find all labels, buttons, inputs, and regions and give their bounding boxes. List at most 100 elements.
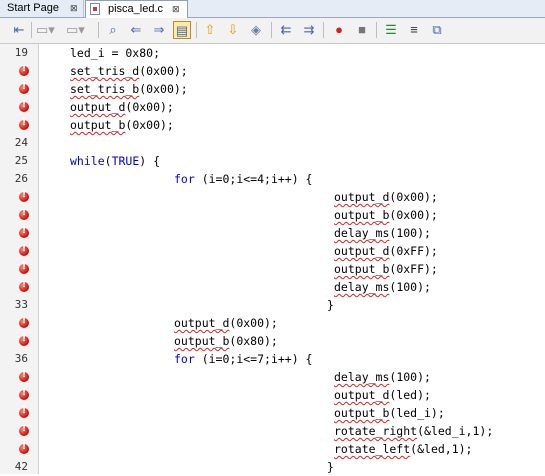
stop-macro-icon[interactable]: ■ [353, 21, 371, 39]
arguments: (0x00); [125, 118, 174, 132]
code-line: output_b(0x00); [334, 206, 438, 224]
arguments: (0xFF); [389, 244, 438, 258]
error-annotation-icon[interactable] [19, 190, 29, 202]
function-call: rotate_right [334, 424, 418, 438]
error-annotation-icon[interactable] [19, 316, 29, 328]
toggle-bookmark-icon[interactable]: ◈ [247, 21, 265, 39]
code-line: output_d(0xFF); [334, 242, 438, 260]
arguments: (led); [389, 388, 431, 402]
arguments: (0x00); [139, 64, 188, 78]
toolbar-separator [323, 22, 324, 38]
code-line: delay_ms(100); [334, 224, 431, 242]
code-line: led_i = 0x80; [70, 46, 161, 60]
error-annotation-icon[interactable] [19, 262, 29, 274]
toggle-highlight-icon[interactable]: ▤ [173, 21, 191, 39]
code-line: output_d(led); [334, 386, 431, 404]
line-number-gutter: 19 24 25 26 33 36 42 [0, 44, 39, 474]
error-annotation-icon[interactable] [19, 100, 29, 112]
code-line: } [327, 460, 334, 474]
code-line: for (i=0;i<=7;i++) { [174, 350, 312, 368]
tab-pisca-led[interactable]: pisca_led.c ⊠ [85, 0, 188, 18]
error-annotation-icon[interactable] [19, 334, 29, 346]
function-call: output_b [334, 406, 390, 420]
arguments: (100); [389, 226, 431, 240]
keyword: while [70, 154, 105, 168]
arguments: (0x00); [125, 100, 174, 114]
function-call: output_d [334, 388, 390, 402]
function-call: output_d [174, 316, 230, 330]
toolbar-separator [376, 22, 377, 38]
line-number: 33 [14, 298, 28, 311]
close-icon[interactable]: ⊠ [70, 0, 78, 17]
function-call: output_b [174, 334, 230, 348]
error-annotation-icon[interactable] [19, 244, 29, 256]
error-annotation-icon[interactable] [19, 388, 29, 400]
arguments: (&led_i,1); [417, 424, 494, 438]
function-call: delay_ms [334, 370, 390, 384]
tab-start-page-label: Start Page [7, 2, 59, 14]
punctuation: ( [104, 154, 112, 168]
error-annotation-icon[interactable] [19, 424, 29, 436]
shift-right-icon[interactable]: ⇉ [300, 21, 318, 39]
comment-icon[interactable]: ☰ [382, 21, 400, 39]
code-line: while(TRUE) { [70, 152, 160, 170]
arguments: (0x00); [229, 316, 278, 330]
code-line: output_b(led_i); [334, 404, 445, 422]
function-call: output_b [70, 118, 126, 132]
arguments: (0x00); [389, 208, 438, 222]
error-annotation-icon[interactable] [19, 208, 29, 220]
code-line: output_b(0x00); [70, 116, 174, 134]
close-icon[interactable]: ⊠ [172, 1, 180, 18]
error-annotation-icon[interactable] [19, 280, 29, 292]
error-annotation-icon[interactable] [19, 118, 29, 130]
code-line: output_b(0x80); [174, 332, 278, 350]
start-macro-icon[interactable]: ● [330, 21, 348, 39]
diff-icon[interactable]: ⧉ [428, 21, 446, 39]
code-editor[interactable]: led_i = 0x80; set_tris_d(0x00); set_tris… [39, 44, 545, 474]
toolbar-separator [31, 22, 32, 38]
error-annotation-icon[interactable] [19, 226, 29, 238]
line-number: 36 [14, 352, 28, 365]
code-line: rotate_left(&led,1); [334, 440, 472, 458]
loop-header: (i=0;i<=4;i++) { [194, 172, 313, 186]
function-call: output_b [334, 262, 390, 276]
toolbar-separator [196, 22, 197, 38]
code-line: output_d(0x00); [334, 188, 438, 206]
uncomment-icon[interactable]: ≡ [405, 21, 423, 39]
code-line: output_d(0x00); [70, 98, 174, 116]
error-annotation-icon[interactable] [19, 442, 29, 454]
line-number: 42 [14, 460, 28, 473]
line-number: 19 [14, 46, 28, 59]
keyword: for [174, 172, 195, 186]
line-number: 26 [14, 172, 28, 185]
previous-bookmark-icon[interactable]: ⇧ [201, 21, 219, 39]
find-next-icon[interactable]: ⇒ [150, 21, 168, 39]
code-line: } [327, 298, 334, 312]
next-bookmark-icon[interactable]: ⇩ [224, 21, 242, 39]
find-previous-icon[interactable]: ⇐ [127, 21, 145, 39]
code-line: set_tris_b(0x00); [70, 80, 188, 98]
code-line: delay_ms(100); [334, 368, 431, 386]
error-annotation-icon[interactable] [19, 406, 29, 418]
line-number: 25 [14, 154, 28, 167]
line-number: 24 [14, 136, 28, 149]
shift-left-icon[interactable]: ⇇ [277, 21, 295, 39]
error-annotation-icon[interactable] [19, 82, 29, 94]
function-call: set_tris_b [70, 82, 140, 96]
error-annotation-icon[interactable] [19, 64, 29, 76]
function-call: set_tris_d [70, 64, 140, 78]
last-edit-icon[interactable]: ⇤ [10, 21, 28, 39]
code-line: output_d(0x00); [174, 314, 278, 332]
tab-start-page[interactable]: Start Page ⊠ [0, 0, 84, 17]
arguments: (0xFF); [389, 262, 438, 276]
arguments: (0x00); [389, 190, 438, 204]
keyword: TRUE [111, 154, 140, 168]
arguments: (100); [389, 280, 431, 294]
error-annotation-icon[interactable] [19, 370, 29, 382]
forward-icon[interactable]: ▭▾ [66, 21, 85, 39]
toolbar-separator [98, 22, 99, 38]
punctuation: ) { [139, 154, 161, 168]
editor-toolbar: ⇤ ▭▾ ▭▾ ⌕ ⇐ ⇒ ▤ ⇧ ⇩ ◈ ⇇ ⇉ ● ■ ☰ ≡ ⧉ [0, 18, 545, 44]
find-selection-icon[interactable]: ⌕ [104, 21, 122, 39]
back-icon[interactable]: ▭▾ [36, 21, 55, 39]
